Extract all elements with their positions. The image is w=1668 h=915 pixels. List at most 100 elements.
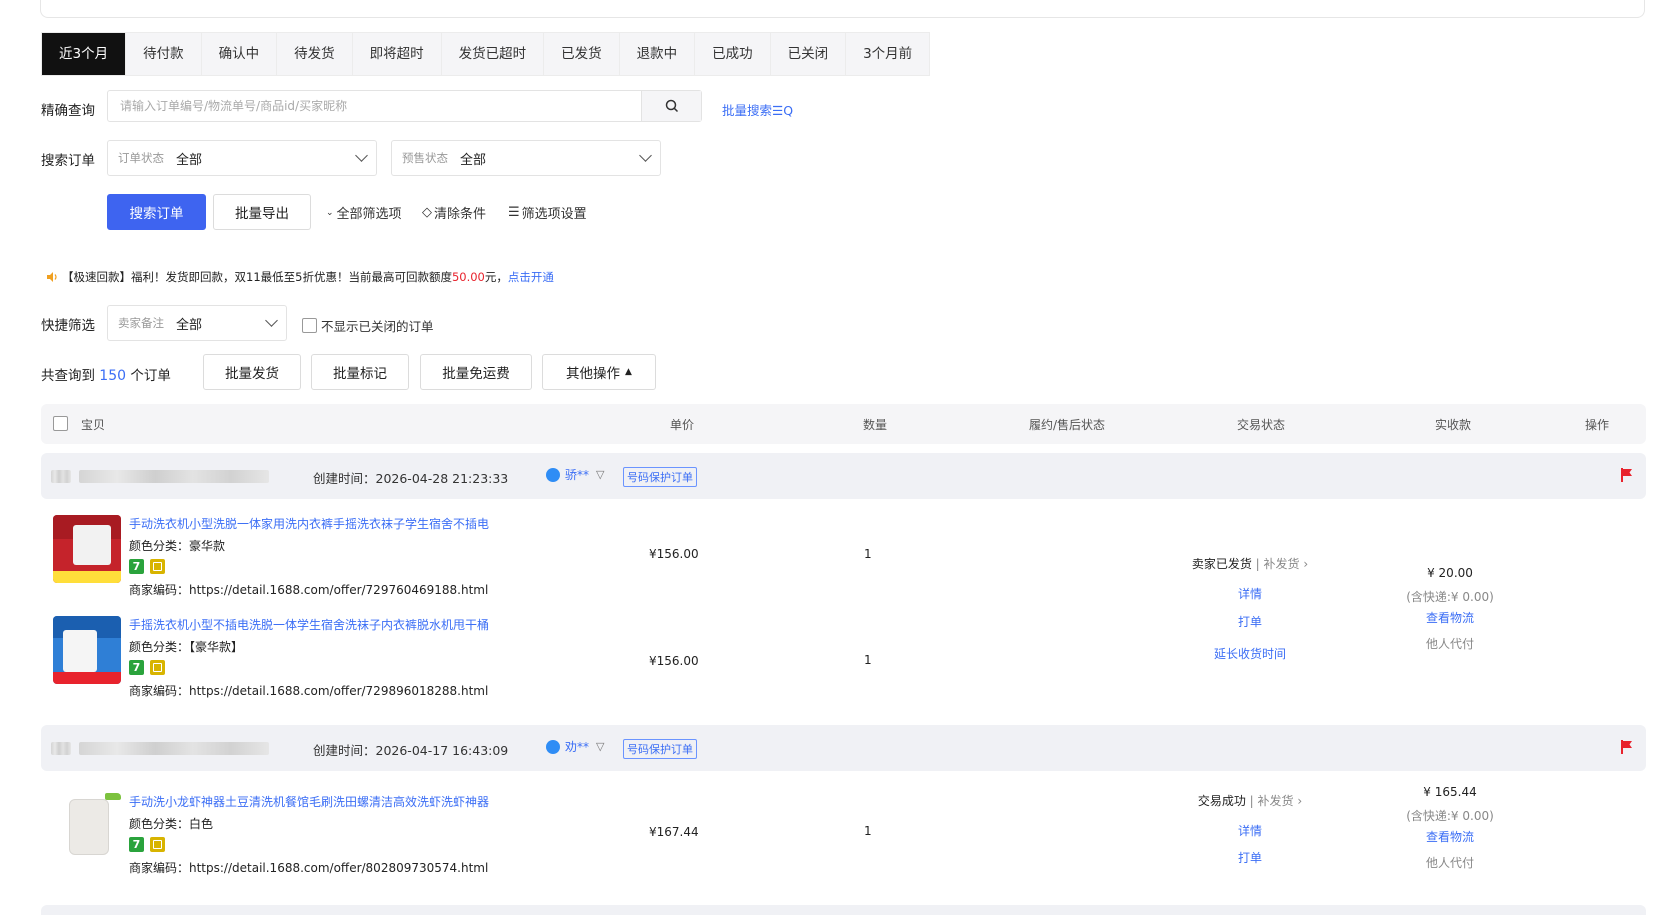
filter-icon[interactable]: ▽ — [596, 740, 604, 753]
col-trade-status: 交易状态 — [1237, 418, 1286, 432]
tab-older-than-3-months[interactable]: 3个月前 — [846, 33, 929, 75]
notice-text: 【极速回款】福利！发货即回款，双11最低至5折优惠！当前最高可回款额度 — [62, 270, 452, 284]
all-filters-toggle[interactable]: ⌄ 全部筛选项 — [326, 203, 402, 222]
other-actions-button[interactable]: 其他操作 ▲ — [542, 354, 656, 390]
resend-link[interactable]: 补发货 — [1264, 557, 1300, 571]
product-spec: 颜色分类：白色 — [129, 817, 214, 831]
precise-search-input[interactable] — [108, 91, 641, 121]
search-button[interactable] — [641, 91, 701, 121]
chevron-right-icon: › — [1303, 557, 1309, 571]
received-amount-column: ¥ 20.00 (含快递:¥ 0.00) 查看物流 他人代付 — [1390, 566, 1510, 666]
filter-icon[interactable]: ▽ — [596, 468, 604, 481]
product-spec: 颜色分类：【豪华款】 — [129, 640, 244, 654]
trade-status: 交易成功 — [1197, 794, 1246, 808]
merchant-code: 商家编码：https://detail.1688.com/offer/72989… — [129, 684, 489, 698]
tab-confirming[interactable]: 确认中 — [202, 33, 278, 75]
buyer-info[interactable]: 劝** ▽ — [546, 738, 604, 755]
shipping-included: (含快递:¥ 0.00) — [1406, 809, 1494, 823]
seller-note-select-value: 全部 — [176, 317, 203, 333]
search-orders-button[interactable]: 搜索订单 — [107, 194, 206, 230]
buyer-info[interactable]: 骄** ▽ — [546, 466, 604, 483]
product-title-link[interactable]: 手摇洗衣机小型不插电洗脱一体学生宿舍洗袜子内衣裤脱水机甩干桶 — [129, 616, 489, 633]
print-order-link[interactable]: 打单 — [1190, 849, 1310, 866]
received-amount-column: ¥ 165.44 (含快递:¥ 0.00) 查看物流 他人代付 — [1390, 785, 1510, 885]
list-settings-icon: ☰ — [508, 205, 520, 220]
flag-icon[interactable] — [1620, 467, 1634, 483]
hide-closed-checkbox[interactable] — [302, 318, 317, 333]
next-order-header — [41, 905, 1646, 915]
extend-receipt-link[interactable]: 延长收货时间 — [1190, 645, 1310, 662]
unit-price: ¥167.44 — [649, 825, 699, 839]
paid-by-other: 他人代付 — [1425, 637, 1474, 651]
tab-refunding[interactable]: 退款中 — [620, 33, 696, 75]
product-thumbnail[interactable] — [53, 515, 121, 583]
product-title-link[interactable]: 手动洗衣机小型洗脱一体家用洗内衣裤手摇洗衣袜子学生宿舍不插电 — [129, 515, 489, 532]
tab-to-ship[interactable]: 待发货 — [277, 33, 353, 75]
trade-status-column: 卖家已发货 | 补发货 › 详情 打单 延长收货时间 — [1190, 555, 1310, 675]
precise-query-label: 精确查询 — [41, 103, 95, 119]
order-checkbox-blurred — [51, 470, 71, 483]
tab-succeeded[interactable]: 已成功 — [695, 33, 771, 75]
flag-icon[interactable] — [1620, 739, 1634, 755]
seven-day-return-icon: 7 — [129, 559, 144, 574]
order-number-blurred — [79, 470, 269, 483]
eraser-icon: ◇ — [422, 205, 432, 220]
tab-recent-3-months[interactable]: 近3个月 — [42, 33, 127, 75]
trade-status-column: 交易成功 | 补发货 › 详情 打单 — [1190, 792, 1310, 872]
order-status-select-label: 订单状态 — [118, 151, 164, 165]
product-thumbnail[interactable] — [53, 616, 121, 684]
resend-link[interactable]: 补发货 — [1258, 794, 1294, 808]
chevron-down-small-icon: ⌄ — [326, 207, 334, 218]
other-actions-label: 其他操作 — [566, 366, 621, 382]
clear-conditions-button[interactable]: ◇ 清除条件 — [422, 203, 486, 222]
guarantee-icon — [150, 559, 165, 574]
batch-search-link[interactable]: 批量搜索☰Q — [722, 100, 793, 119]
order-header: 创建时间：2026-04-28 21:23:33 骄** ▽ 号码保护订单 — [41, 453, 1646, 499]
unit-price: ¥156.00 — [649, 654, 699, 668]
batch-search-label: 批量搜索 — [722, 103, 773, 118]
tab-shipped[interactable]: 已发货 — [544, 33, 620, 75]
chevron-down-icon — [265, 314, 278, 327]
filter-settings-button[interactable]: ☰ 筛选项设置 — [508, 203, 587, 222]
service-badges: 7 — [129, 837, 165, 852]
summary-prefix: 共查询到 — [41, 368, 95, 384]
order-header: 创建时间：2026-04-17 16:43:09 劝** ▽ 号码保护订单 — [41, 725, 1646, 771]
order-detail-link[interactable]: 详情 — [1190, 585, 1310, 602]
seven-day-return-icon: 7 — [129, 837, 144, 852]
speaker-icon — [47, 272, 57, 282]
select-all-checkbox[interactable] — [53, 416, 68, 431]
tab-about-to-timeout[interactable]: 即将超时 — [353, 33, 442, 75]
batch-ship-button[interactable]: 批量发货 — [203, 354, 301, 390]
notice-activate-link[interactable]: 点击开通 — [508, 269, 554, 285]
product-thumbnail[interactable] — [53, 793, 121, 861]
product-title-link[interactable]: 手动洗小龙虾神器土豆清洗机餐馆毛刷洗田螺清洁高效洗虾洗虾神器 — [129, 793, 489, 810]
precise-search-box — [107, 90, 702, 122]
presale-status-select[interactable]: 预售状态 全部 — [391, 140, 661, 176]
buyer-nickname: 劝** — [565, 740, 590, 754]
seller-note-select[interactable]: 卖家备注 全部 — [107, 305, 287, 341]
batch-export-button[interactable]: 批量导出 — [213, 194, 311, 230]
product-spec: 颜色分类：豪华款 — [129, 539, 226, 553]
tab-pending-payment[interactable]: 待付款 — [126, 33, 202, 75]
order-detail-link[interactable]: 详情 — [1190, 822, 1310, 839]
number-protection-tag: 号码保护订单 — [623, 739, 697, 759]
wangwang-chat-icon[interactable] — [546, 467, 560, 482]
print-order-link[interactable]: 打单 — [1190, 613, 1310, 630]
view-logistics-link[interactable]: 查看物流 — [1390, 609, 1510, 626]
fast-refund-notice: 【极速回款】福利！发货即回款，双11最低至5折优惠！当前最高可回款额度 50.00… — [46, 269, 554, 285]
clear-conditions-label: 清除条件 — [434, 207, 487, 222]
summary-suffix: 个订单 — [130, 368, 171, 384]
result-summary: 共查询到 150 个订单 — [41, 364, 171, 384]
order-checkbox-blurred — [51, 742, 71, 755]
batch-free-shipping-button[interactable]: 批量免运费 — [420, 354, 532, 390]
wangwang-chat-icon[interactable] — [546, 739, 560, 754]
col-fulfillment: 履约/售后状态 — [1029, 418, 1106, 432]
batch-mark-button[interactable]: 批量标记 — [311, 354, 409, 390]
number-protection-tag: 号码保护订单 — [623, 467, 697, 487]
tab-closed[interactable]: 已关闭 — [771, 33, 847, 75]
search-icon — [665, 99, 678, 113]
order-status-select[interactable]: 订单状态 全部 — [107, 140, 377, 176]
view-logistics-link[interactable]: 查看物流 — [1390, 828, 1510, 845]
quantity: 1 — [864, 824, 872, 838]
tab-ship-overdue[interactable]: 发货已超时 — [442, 33, 545, 75]
